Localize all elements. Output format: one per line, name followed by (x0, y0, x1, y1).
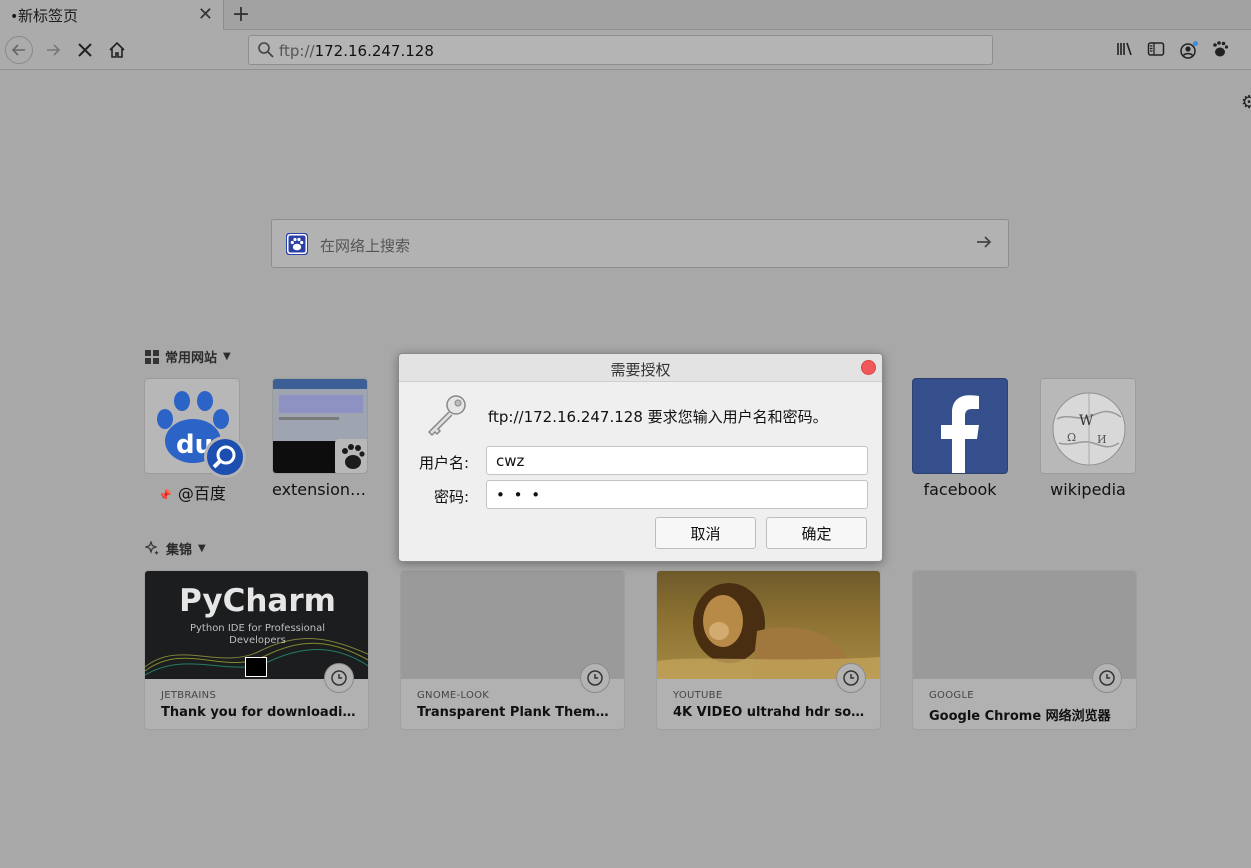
tab-strip: • 新标签页 ✕ + (0, 0, 1251, 30)
pin-icon: 📌 (158, 489, 172, 502)
search-go-arrow-icon[interactable] (974, 232, 994, 257)
svg-text:Ω: Ω (1067, 431, 1076, 444)
sparkle-icon (145, 541, 159, 556)
history-clock-icon (836, 663, 866, 693)
tab-loading-dot: • (10, 9, 19, 25)
newtab-settings-gear-icon[interactable]: ⚙ (1241, 92, 1251, 113)
highlight-card-google[interactable]: GOOGLE Google Chrome 网络浏览器 (912, 570, 1137, 730)
gnome-foot-icon (335, 439, 367, 473)
home-icon[interactable] (103, 36, 131, 64)
baidu-engine-icon (286, 233, 308, 255)
topsite-label: 📌 @百度 (158, 484, 226, 503)
auth-dialog: 需要授权 ftp://172.16.247.128 要求您输入用户名和密码。 用… (398, 353, 883, 562)
card-source: JETBRAINS (161, 690, 217, 701)
topsite-facebook[interactable]: facebook (912, 378, 1008, 499)
url-host: 172.16.247.128 (314, 42, 434, 60)
url-scheme: ftp:// (279, 42, 315, 60)
dialog-title: 需要授权 (610, 361, 671, 379)
topsite-label: extensions… (272, 480, 368, 499)
svg-text:W: W (1079, 413, 1094, 429)
card-title: 4K VIDEO ultrahd hdr sony 4K … (673, 705, 868, 720)
card-title: Transparent Plank Theme - Gn… (417, 705, 612, 720)
card-source: YOUTUBE (673, 690, 723, 701)
url-text[interactable]: ftp://172.16.247.128 (279, 42, 434, 60)
grid-icon (145, 349, 159, 364)
chevron-down-icon: ▼ (198, 543, 206, 554)
navigation-toolbar: ftp://172.16.247.128 (0, 30, 1251, 70)
new-tab-plus-icon[interactable]: + (230, 2, 252, 27)
topsite-label: wikipedia (1050, 480, 1126, 499)
topsite-extensions[interactable]: extensions… (272, 378, 368, 499)
history-clock-icon (580, 663, 610, 693)
history-clock-icon (324, 663, 354, 693)
back-arrow-icon[interactable] (5, 36, 33, 64)
dialog-titlebar[interactable]: 需要授权 (399, 354, 882, 382)
topsite-label: facebook (923, 480, 997, 499)
tab-close-icon[interactable]: ✕ (198, 4, 213, 25)
search-icon (257, 41, 275, 63)
cancel-button[interactable]: 取消 (655, 517, 756, 549)
password-label: 密码: (433, 488, 469, 506)
forward-arrow-icon[interactable] (39, 36, 67, 64)
highlight-card-jetbrains[interactable]: PyCharm Python IDE for Professional Deve… (144, 570, 369, 730)
dialog-close-icon[interactable] (861, 360, 876, 375)
highlights-heading[interactable]: 集锦 ▼ (145, 539, 206, 558)
library-icon[interactable] (1116, 40, 1136, 60)
tab-title: 新标签页 (18, 6, 79, 25)
card-title: Google Chrome 网络浏览器 (929, 709, 1111, 724)
dialog-message: ftp://172.16.247.128 要求您输入用户名和密码。 (488, 408, 828, 426)
wikipedia-thumbnail: W Ω И (1040, 378, 1136, 474)
card-title: Thank you for downloading Py… (161, 705, 356, 720)
gnome-foot-icon[interactable] (1211, 40, 1231, 60)
jetbrains-logo (245, 657, 267, 677)
topsite-wikipedia[interactable]: W Ω И wikipedia (1040, 378, 1136, 499)
baidu-search-badge-icon (204, 436, 246, 478)
topsite-baidu[interactable]: du 📌 @百度 (144, 378, 246, 504)
card-source: GOOGLE (929, 690, 974, 701)
facebook-thumbnail (912, 378, 1008, 474)
sidebar-icon[interactable] (1147, 40, 1167, 60)
chevron-down-icon: ▼ (223, 351, 231, 362)
search-placeholder: 在网络上搜索 (320, 237, 411, 255)
account-icon[interactable] (1179, 40, 1199, 60)
key-icon (423, 392, 469, 442)
web-search-box[interactable]: 在网络上搜索 (271, 219, 1009, 268)
url-bar[interactable]: ftp://172.16.247.128 (248, 35, 993, 65)
tab-new-tab[interactable]: • 新标签页 ✕ (0, 0, 224, 30)
username-label: 用户名: (418, 454, 469, 472)
username-field[interactable]: cwz (486, 446, 868, 475)
extensions-thumbnail (272, 378, 368, 474)
topsites-heading[interactable]: 常用网站 ▼ (145, 347, 231, 366)
stop-loading-icon[interactable] (71, 36, 99, 64)
highlight-card-gnome-look[interactable]: GNOME-LOOK Transparent Plank Theme - Gn… (400, 570, 625, 730)
pycharm-logo-text: PyCharm (179, 583, 336, 619)
history-clock-icon (1092, 663, 1122, 693)
ok-button[interactable]: 确定 (766, 517, 867, 549)
card-source: GNOME-LOOK (417, 690, 490, 701)
password-field[interactable]: • • • (486, 480, 868, 509)
topsites-heading-label: 常用网站 (165, 351, 218, 366)
highlights-heading-label: 集锦 (166, 543, 193, 558)
highlight-card-youtube[interactable]: YOUTUBE 4K VIDEO ultrahd hdr sony 4K … (656, 570, 881, 730)
svg-text:И: И (1097, 433, 1107, 446)
